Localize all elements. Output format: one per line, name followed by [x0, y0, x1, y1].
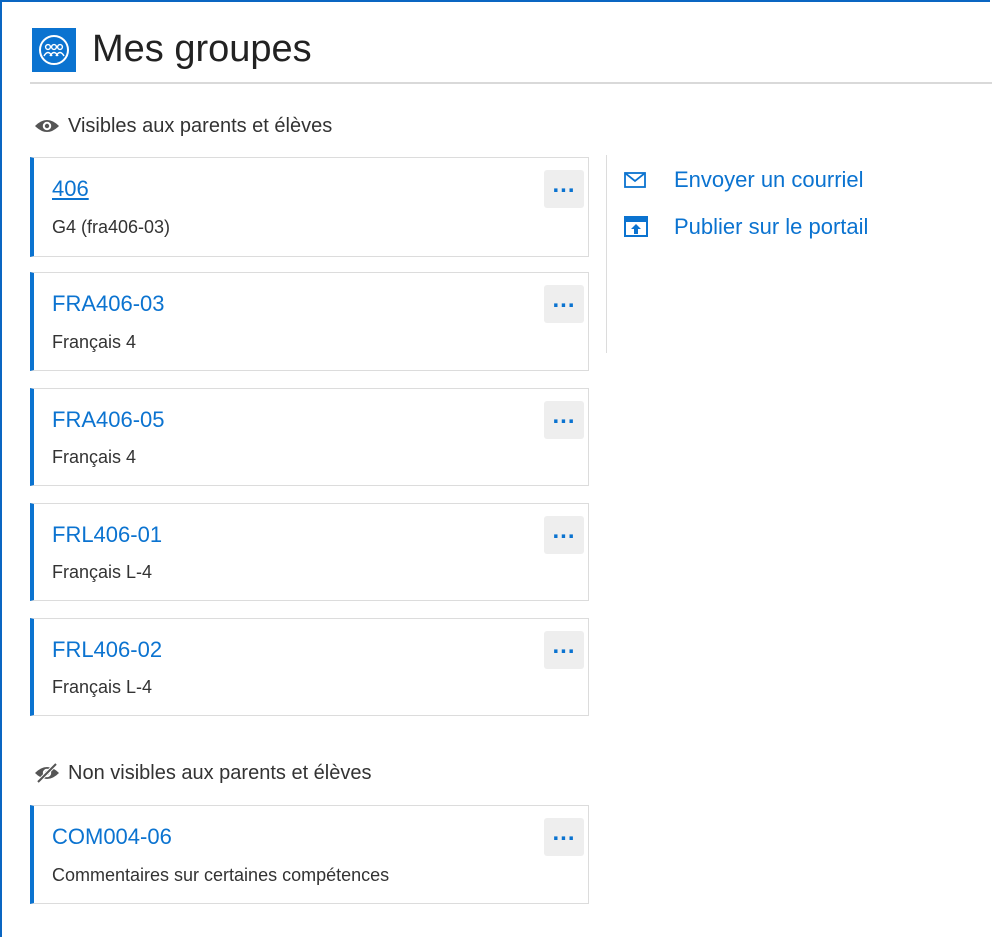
group-description: G4 (fra406-03) [52, 217, 171, 237]
publish-portal-link[interactable]: Publier sur le portail [624, 214, 868, 240]
more-options-button[interactable]: ... [544, 631, 584, 669]
send-email-label[interactable]: Envoyer un courriel [674, 167, 864, 193]
more-options-button[interactable]: ... [544, 401, 584, 439]
group-link[interactable]: FRA406-05 [52, 407, 165, 433]
eye-slash-icon [34, 763, 60, 783]
group-link[interactable]: 406 [52, 176, 89, 202]
group-description: Français L-4 [52, 677, 153, 697]
vertical-divider [606, 155, 607, 353]
group-card[interactable]: FRA406-03 Français 4 ... [30, 272, 589, 371]
eye-icon [34, 117, 60, 135]
group-card[interactable]: 406 G4 (fra406-03) ... [30, 157, 589, 257]
page-header: Mes groupes [30, 28, 992, 84]
group-description: Commentaires sur certaines compétences [52, 865, 390, 885]
group-card[interactable]: COM004-06 Commentaires sur certaines com… [30, 805, 589, 904]
page-title: Mes groupes [92, 28, 312, 70]
group-card[interactable]: FRA406-05 Français 4 ... [30, 388, 589, 486]
group-card[interactable]: FRL406-01 Français L-4 ... [30, 503, 589, 601]
publish-portal-label[interactable]: Publier sur le portail [674, 214, 868, 240]
envelope-icon [624, 167, 652, 193]
group-description: Français 4 [52, 447, 137, 467]
group-link[interactable]: FRL406-02 [52, 637, 162, 663]
section-hidden-text: Non visibles aux parents et élèves [68, 762, 372, 784]
section-visible-label: Visibles aux parents et élèves [34, 114, 332, 138]
more-options-button[interactable]: ... [544, 516, 584, 554]
group-card[interactable]: FRL406-02 Français L-4 ... [30, 618, 589, 716]
more-options-button[interactable]: ... [544, 285, 584, 323]
group-description: Français L-4 [52, 562, 153, 582]
more-options-button[interactable]: ... [544, 818, 584, 856]
group-link[interactable]: COM004-06 [52, 824, 172, 850]
section-hidden-label: Non visibles aux parents et élèves [34, 761, 372, 785]
group-description: Français 4 [52, 332, 137, 352]
more-options-button[interactable]: ... [544, 170, 584, 208]
section-visible-text: Visibles aux parents et élèves [68, 115, 333, 137]
groups-icon [32, 28, 76, 72]
group-link[interactable]: FRA406-03 [52, 291, 165, 317]
send-email-link[interactable]: Envoyer un courriel [624, 167, 864, 193]
group-link[interactable]: FRL406-01 [52, 522, 162, 548]
publish-icon [624, 214, 652, 240]
